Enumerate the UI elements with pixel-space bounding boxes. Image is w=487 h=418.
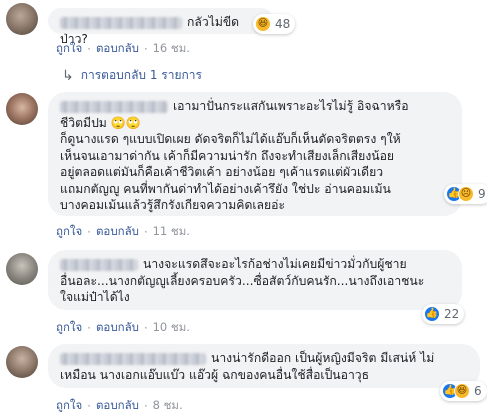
reaction-count: 9 [478, 187, 486, 201]
avatar[interactable] [6, 253, 38, 285]
comment-text-line-2: เหมือน นางเอกแอ๊บแบ๊ว แอ๊วผู้ ฉกของคนอื่… [60, 367, 370, 382]
comment-text-line-3: ก็ดูนางแรด ๆแบบเปิดเผย ดัดจริตก็ไม่ได้แอ… [60, 132, 401, 146]
commenter-name[interactable] [60, 352, 206, 365]
commenter-name[interactable] [60, 16, 182, 29]
comment-actions: ถูกใจ · ตอบกลับ · 8 ชม. [56, 397, 183, 415]
comment-bubble: นางจะแรดสึจะอะไรก้อช่างไม่เคยมีข่าวมั่วก… [48, 250, 462, 310]
reply-link[interactable]: ตอบกลับ [96, 223, 139, 241]
comment-actions: ถูกใจ · ตอบกลับ · 10 ชม. [56, 319, 190, 337]
reaction-count: 6 [474, 384, 482, 398]
comment-text-line-4: เห็นจนเอามาด่ากัน เค้าก็มีความน่ารัก ถึง… [60, 148, 395, 163]
comment-text-line-2: ชีวิตมีปม 🙄🙄 [60, 115, 142, 130]
sad-icon: ☹ [458, 186, 474, 202]
reaction-summary[interactable]: 👍 😆 6 [440, 381, 487, 401]
reaction-summary[interactable]: 👍 ☹ 9 [444, 184, 487, 204]
comment-actions: ถูกใจ · ตอบกลับ · 16 ชม. [56, 40, 190, 58]
comment-text-line-1: นางจะแรดสึจะอะไรก้อช่างไม่เคยมีข่าวมั่วก… [143, 257, 407, 271]
reply-link[interactable]: ตอบกลับ [96, 40, 139, 58]
view-replies-link[interactable]: ↳ การตอบกลับ 1 รายการ [62, 66, 202, 85]
comment-timestamp[interactable]: 10 ชม. [153, 319, 190, 337]
commenter-name[interactable] [60, 258, 138, 271]
comment-timestamp[interactable]: 8 ชม. [153, 397, 183, 415]
comment-timestamp[interactable]: 11 ชม. [153, 223, 190, 241]
comment-actions: ถูกใจ · ตอบกลับ · 11 ชม. [56, 223, 190, 241]
commenter-name[interactable] [60, 100, 168, 113]
replies-count-label: การตอบกลับ 1 รายการ [80, 68, 202, 82]
reply-arrow-icon: ↳ [62, 67, 74, 84]
reaction-count: 22 [444, 307, 460, 321]
like-link[interactable]: ถูกใจ [56, 319, 82, 337]
comment-bubble: กลัวไม่ขีดป่าว? [48, 8, 274, 46]
reaction-summary[interactable]: 😆 48 [253, 14, 296, 34]
like-link[interactable]: ถูกใจ [56, 397, 82, 415]
avatar[interactable] [6, 93, 38, 125]
comment-timestamp[interactable]: 16 ชม. [153, 40, 190, 58]
like-icon: 👍 [424, 306, 440, 322]
comment-text-line-6: แถมกตัญญู คนที่พากันด่าทำได้อย่างเค้ารึย… [60, 181, 391, 196]
comment-text-line-3: ใจแม่ป๋าได้ไง [60, 290, 130, 304]
haha-icon: 😆 [454, 383, 470, 399]
haha-icon: 😆 [255, 16, 271, 32]
comment-text-line-1: เอามาปั่นกระแสกันเพราะอะไรไม่รู้ อิจฉาหร… [173, 99, 409, 113]
like-link[interactable]: ถูกใจ [56, 223, 82, 241]
comment-text-line-2: อื่นอละ...นางกตัญญูเลี้ยงครอบครัว...ซื่อ… [60, 273, 425, 288]
comment-text-line-5: อยู่ตลอดแต่มันก็คือเค้าชีวิตเค้า อย่างน้… [60, 165, 384, 179]
avatar[interactable] [6, 346, 38, 378]
reaction-summary[interactable]: 👍 22 [422, 304, 465, 324]
comment-bubble: นางน่ารักดีออก เป็นผู้หญิงมีจริต มีเสน่ห… [48, 344, 480, 388]
reply-link[interactable]: ตอบกลับ [96, 397, 139, 415]
comment-text-line-7: บางคอมเม้นแล้วรู้สึกรังเกียจความคิดเลยอ่… [60, 198, 286, 212]
avatar[interactable] [6, 3, 38, 35]
reaction-count: 48 [275, 17, 291, 31]
like-link[interactable]: ถูกใจ [56, 40, 82, 58]
comment-bubble: เอามาปั่นกระแสกันเพราะอะไรไม่รู้ อิจฉาหร… [48, 92, 462, 216]
comment-text-line-1: นางน่ารักดีออก เป็นผู้หญิงมีจริต มีเสน่ห… [211, 351, 435, 365]
reply-link[interactable]: ตอบกลับ [96, 319, 139, 337]
